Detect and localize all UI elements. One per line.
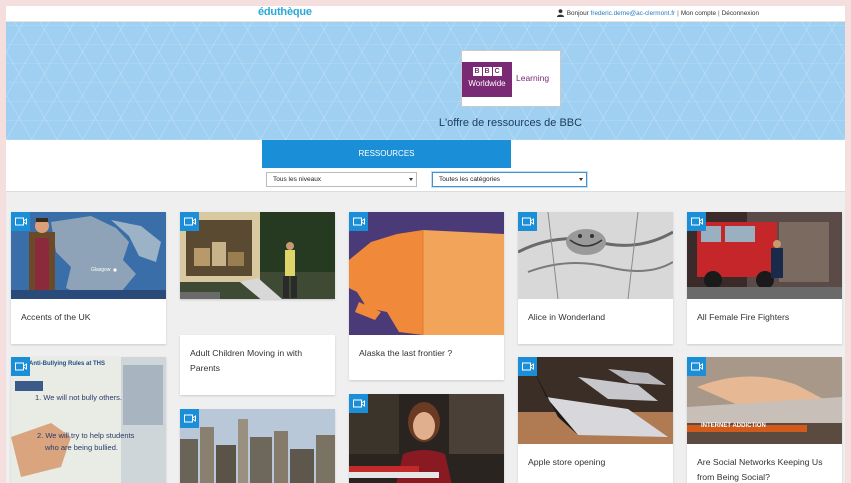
bbc-letter: B — [482, 67, 492, 76]
video-badge — [11, 212, 30, 231]
board-header-text: Anti-Bullying Rules at THS — [29, 361, 106, 367]
card-thumbnail[interactable] — [518, 212, 673, 299]
video-badge — [349, 394, 368, 413]
account-link[interactable]: Mon compte — [681, 10, 716, 17]
video-badge — [11, 357, 30, 376]
fire-truck-image — [687, 212, 842, 299]
card-thumbnail[interactable] — [687, 212, 842, 299]
video-icon — [521, 217, 534, 226]
card-title[interactable]: Apple store opening — [518, 444, 673, 483]
category-select-value: Toutes les catégories — [439, 176, 501, 183]
video-icon — [183, 414, 196, 423]
resource-card[interactable] — [180, 409, 335, 483]
greeting-text: Bonjour — [566, 9, 589, 17]
video-badge — [518, 357, 537, 376]
user-icon — [556, 9, 564, 17]
bbc-learning-logo: B B C Worldwide Learning — [461, 50, 561, 107]
banner-text: INTERNET ADDICTION — [701, 423, 766, 429]
video-icon — [690, 217, 703, 226]
filter-bar: Tous les niveaux Toutes les catégories — [6, 168, 845, 192]
video-badge — [180, 212, 199, 231]
page-frame: éduthèque Bonjour frederic.deme@ac-clerm… — [6, 6, 845, 483]
card-title[interactable]: Alaska the last frontier ? — [349, 335, 504, 380]
card-title[interactable]: Accents of the UK — [11, 299, 166, 344]
video-badge — [180, 409, 199, 428]
edutheque-logo[interactable]: éduthèque — [258, 6, 312, 18]
resource-card-caption[interactable]: Adult Children Moving in with Parents — [180, 335, 335, 395]
level-select-value: Tous les niveaux — [273, 176, 322, 183]
video-icon — [352, 399, 365, 408]
news-anchor-image — [349, 394, 504, 483]
card-thumbnail[interactable] — [349, 212, 504, 335]
video-badge — [349, 212, 368, 231]
moving-truck-image — [180, 212, 335, 299]
video-badge — [687, 357, 706, 376]
resource-card[interactable] — [180, 212, 335, 299]
classroom-rules-image — [11, 357, 166, 483]
card-thumbnail[interactable] — [518, 357, 673, 444]
resource-card[interactable]: Glasgow Accents of the UK — [11, 212, 166, 344]
card-title[interactable]: Are Social Networks Keeping Us from Bein… — [687, 444, 842, 483]
separator: | — [677, 9, 679, 17]
card-thumbnail[interactable]: Anti-Bullying Rules at THS 1. We will no… — [11, 357, 166, 483]
card-title[interactable]: Alice in Wonderland — [518, 299, 673, 344]
bbc-letter: C — [492, 67, 502, 76]
card-thumbnail[interactable] — [349, 394, 504, 483]
video-icon — [352, 217, 365, 226]
board-rule-2: 2. We will try to help students — [37, 431, 135, 440]
resource-card[interactable]: INTERNET ADDICTION Are Social Networks K… — [687, 357, 842, 483]
bbc-worldwide-logo: B B C Worldwide — [462, 62, 512, 97]
tab-bar: RESSOURCES — [6, 140, 845, 168]
board-rule-1: 1. We will not bully others. — [35, 393, 122, 402]
video-icon — [183, 217, 196, 226]
bbc-letter: B — [472, 67, 482, 76]
video-icon — [690, 362, 703, 371]
video-badge — [518, 212, 537, 231]
chevron-down-icon — [579, 178, 583, 181]
alaska-map-image — [349, 212, 504, 335]
city-skyline-image — [180, 409, 335, 483]
resource-card[interactable]: Alaska the last frontier ? — [349, 212, 504, 380]
category-select[interactable]: Toutes les catégories — [432, 172, 587, 187]
resource-card[interactable]: Alice in Wonderland — [518, 212, 673, 344]
card-title[interactable]: Adult Children Moving in with Parents — [180, 335, 335, 395]
resource-card[interactable] — [349, 394, 504, 483]
weather-map-image — [11, 212, 166, 299]
card-thumbnail[interactable]: Glasgow — [11, 212, 166, 299]
card-title[interactable]: All Female Fire Fighters — [687, 299, 842, 344]
board-rule-3: who are being bullied. — [45, 443, 118, 452]
video-icon — [14, 217, 27, 226]
bbc-learning-text: Learning — [516, 73, 550, 83]
logout-link[interactable]: Déconnexion — [722, 10, 759, 17]
resource-card[interactable]: Anti-Bullying Rules at THS 1. We will no… — [11, 357, 166, 483]
cheshire-cat-image — [518, 212, 673, 299]
laptops-image — [518, 357, 673, 444]
bbc-worldwide-text: Worldwide — [468, 79, 506, 88]
tab-ressources[interactable]: RESSOURCES — [262, 140, 511, 168]
video-badge — [687, 212, 706, 231]
keyboard-hand-image — [687, 357, 842, 444]
user-area: Bonjour frederic.deme@ac-clermont.fr | Mon… — [556, 9, 759, 17]
top-bar: éduthèque Bonjour frederic.deme@ac-clerm… — [6, 6, 845, 22]
card-thumbnail[interactable] — [180, 409, 335, 483]
level-select[interactable]: Tous les niveaux — [266, 172, 417, 187]
user-email[interactable]: frederic.deme@ac-clermont.fr — [591, 10, 676, 17]
card-thumbnail[interactable] — [180, 212, 335, 299]
chevron-down-icon — [409, 178, 413, 181]
resource-card[interactable]: Apple store opening — [518, 357, 673, 483]
map-city-label: Glasgow — [91, 267, 111, 273]
resource-card[interactable]: All Female Fire Fighters — [687, 212, 842, 344]
card-thumbnail[interactable]: INTERNET ADDICTION — [687, 357, 842, 444]
video-icon — [521, 362, 534, 371]
separator: | — [718, 9, 720, 17]
hero-banner: B B C Worldwide Learning L'offre de ress… — [6, 22, 845, 140]
hero-title: L'offre de ressources de BBC — [438, 117, 583, 129]
video-icon — [14, 362, 27, 371]
